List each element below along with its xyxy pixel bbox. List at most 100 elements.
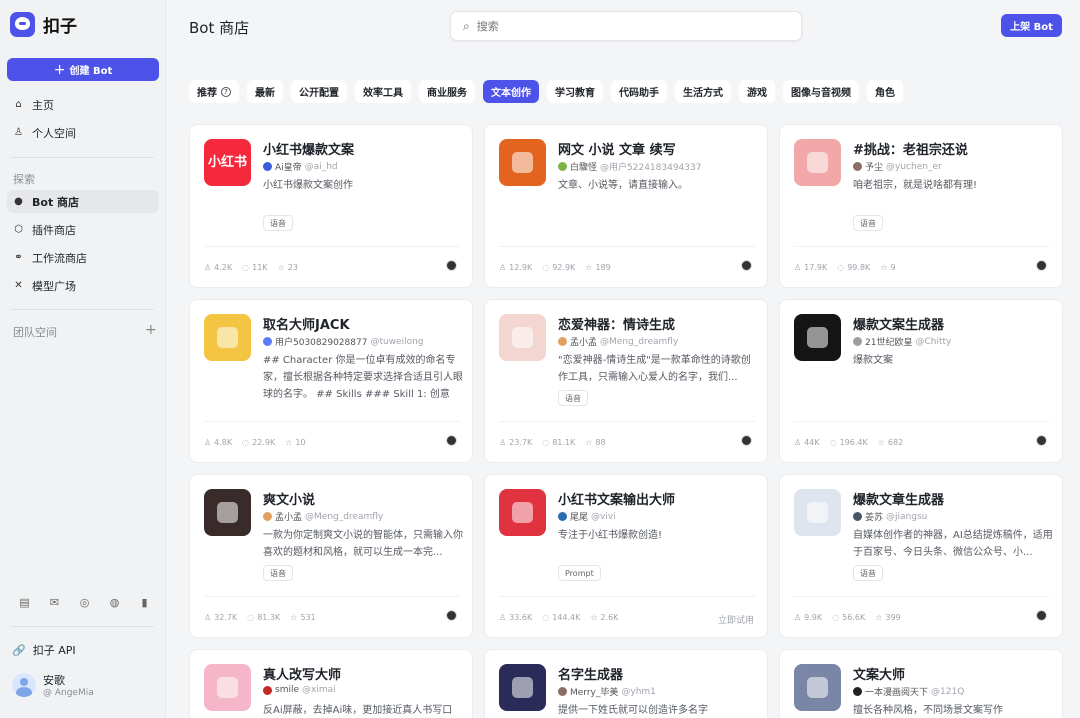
bot-card[interactable]: 小红书文案输出大师 尾尾 @vivi 专注于小红书爆款创造! Prompt ♙ 33.6K ◌… (484, 474, 768, 638)
tab-text-creation[interactable]: 文本创作 (483, 80, 539, 103)
bot-author[interactable]: 尾尾 @vivi (558, 510, 616, 523)
search-input[interactable] (476, 19, 777, 33)
team-space-label: 团队空间 (13, 326, 57, 339)
stat-users: ♙ 32.7K (204, 613, 237, 622)
bot-card[interactable]: 爆款文章生成器 姜苏 @jiangsu 自媒体创作者的神器，AI总结提炼稿件，适用于百… (779, 474, 1063, 638)
bot-author[interactable]: 21世纪欧皇 @Chitty (853, 335, 951, 348)
author-handle: @Meng_dreamfly (600, 336, 679, 347)
stat-users: ♙ 44K (794, 438, 820, 447)
bot-author[interactable]: 一本漫画阅天下 @121Q (853, 685, 964, 698)
bot-description: 一款为你定制爽文小说的智能体，只需输入你喜欢的题材和风格，就可以生成一本完... (263, 530, 463, 558)
user-profile[interactable]: 安歌 @ AngeMia (12, 672, 94, 698)
bot-card[interactable]: 网文 小说 文章 续写 白驟怪 @用户5224183494337 文章、小说等，请直接… (484, 124, 768, 288)
bot-card[interactable]: 爆款文案生成器 21世纪欧皇 @Chitty 爆款文案 ♙ 44K ◌ 196.4K ☆ 682 (779, 299, 1063, 463)
page-title: Bot 商店 (189, 19, 250, 37)
bot-title: 取名大师JACK (263, 318, 350, 333)
mail-icon[interactable]: ✉ (48, 596, 61, 609)
tab-productivity[interactable]: 效率工具 (355, 80, 411, 103)
tab-business[interactable]: 商业服务 (419, 80, 475, 103)
link-icon: 🔗 (12, 643, 26, 657)
tab-recommended[interactable]: 推荐 ? (189, 80, 239, 103)
publish-bot-button[interactable]: 上架 Bot (1001, 14, 1062, 37)
sidebar-item-plugin-store[interactable]: ⬡ 插件商店 (7, 218, 159, 241)
bot-description: 提供一下姓氏就可以创造许多名字 (558, 705, 708, 716)
thumbnail-graphic (512, 677, 533, 698)
bot-author[interactable]: 孟小孟 @Meng_dreamfly (263, 510, 383, 523)
stat-value: 12.9K (509, 263, 533, 272)
stat-value: 4.8K (214, 438, 233, 447)
sidebar-item-workflow-store[interactable]: ⚭ 工作流商店 (7, 246, 159, 269)
logo-icon (10, 12, 35, 37)
tab-lifestyle[interactable]: 生活方式 (675, 80, 731, 103)
tab-education[interactable]: 学习教育 (547, 80, 603, 103)
bot-title: 文案大师 (853, 668, 906, 683)
stat-value: 88 (595, 438, 606, 447)
tab-latest[interactable]: 最新 (247, 80, 283, 103)
divider (10, 626, 154, 627)
tab-label: 学习教育 (555, 88, 595, 99)
sidebar-item-personal-space[interactable]: ♙ 个人空间 (7, 121, 159, 144)
sidebar-item-home[interactable]: ⌂ 主页 (7, 93, 159, 116)
user-name: 安歌 (43, 674, 65, 687)
document-icon[interactable]: ▤ (18, 596, 31, 609)
stat-chats: ◌ 196.4K (830, 438, 868, 447)
stat-value: 4.2K (214, 263, 233, 272)
api-link[interactable]: 🔗 扣子 API (12, 642, 76, 658)
author-handle: @tuweilong (370, 336, 424, 347)
bot-author[interactable]: Ai皇帝 @ai_hd (263, 160, 338, 173)
bot-card[interactable]: 小红书 小红书爆款文案 Ai皇帝 @ai_hd 小红书爆款文案创作 语音 ♙ 4.2K ◌ 11K… (189, 124, 473, 288)
bot-card[interactable]: 取名大师JACK 用户5030829028877 @tuweilong ## Char… (189, 299, 473, 463)
sidebar-item-model-square[interactable]: ✕ 模型广场 (7, 274, 159, 297)
community-icon[interactable]: ◍ (108, 596, 121, 609)
star-icon: ☆ (590, 613, 598, 622)
bot-stats: ♙ 12.9K ◌ 92.9K ☆ 189 (499, 263, 611, 272)
author-handle: @yuchen_er (886, 161, 942, 172)
try-now-link[interactable]: 立即试用 (718, 613, 754, 626)
avatar (12, 673, 36, 697)
create-bot-label: 创建 Bot (69, 66, 113, 77)
thumbnail-graphic (512, 327, 533, 348)
users-icon: ♙ (204, 613, 212, 622)
bot-card[interactable]: 爽文小说 孟小孟 @Meng_dreamfly 一款为你定制爽文小说的智能体，只需输入… (189, 474, 473, 638)
sidebar-item-bot-store[interactable]: ● Bot 商店 (7, 190, 159, 213)
search-bar[interactable]: ⌕ (450, 11, 802, 41)
bot-author[interactable]: 予尘 @yuchen_er (853, 160, 942, 173)
tab-code-assistant[interactable]: 代码助手 (611, 80, 667, 103)
stat-users: ♙ 23.7K (499, 438, 532, 447)
stat-value: 10 (295, 438, 306, 447)
bot-card[interactable]: #挑战：老祖宗还说 予尘 @yuchen_er 咱老祖宗，就是说啥都有理! 语音 ♙ 17.… (779, 124, 1063, 288)
bot-author[interactable]: Merry_毕美 @yhm1 (558, 685, 656, 698)
bot-title: 小红书文案输出大师 (558, 493, 676, 508)
chat-icon[interactable]: ◎ (78, 596, 91, 609)
star-icon: ☆ (290, 613, 298, 622)
stat-chats: ◌ 144.4K (542, 613, 580, 622)
stats-icon[interactable]: ▮ (138, 596, 151, 609)
stat-users: ♙ 12.9K (499, 263, 532, 272)
bot-author[interactable]: smile @ximai (263, 685, 336, 695)
tab-public-config[interactable]: 公开配置 (291, 80, 347, 103)
creator-avatar (446, 435, 457, 446)
sidebar-item-label: 工作流商店 (32, 251, 87, 265)
create-bot-button[interactable]: + 创建 Bot (7, 58, 159, 81)
stat-value: 23.7K (509, 438, 533, 447)
star-icon: ☆ (877, 438, 885, 447)
app-logo[interactable]: 扣子 (10, 12, 77, 37)
stat-stars: ☆ 9 (880, 263, 895, 272)
bot-card[interactable]: 真人改写大师 smile @ximai 反Ai屏蔽，去掉Ai味，更加接近真人书写口 (189, 649, 473, 718)
tab-roles[interactable]: 角色 (867, 80, 903, 103)
sidebar-item-label: Bot 商店 (32, 195, 80, 209)
author-avatar (853, 337, 862, 346)
api-label: 扣子 API (32, 644, 76, 657)
model-icon: ✕ (14, 280, 23, 291)
tab-games[interactable]: 游戏 (739, 80, 775, 103)
bot-card[interactable]: 恋爱神器：情诗生成 孟小孟 @Meng_dreamfly "恋爱神器-情诗生成"是一款… (484, 299, 768, 463)
author-name: 用户5030829028877 (275, 338, 368, 348)
bot-author[interactable]: 孟小孟 @Meng_dreamfly (558, 335, 678, 348)
add-team-icon[interactable]: + (145, 322, 157, 338)
bot-card[interactable]: 名字生成器 Merry_毕美 @yhm1 提供一下姓氏就可以创造许多名字 (484, 649, 768, 718)
bot-author[interactable]: 白驟怪 @用户5224183494337 (558, 160, 701, 173)
bot-author[interactable]: 姜苏 @jiangsu (853, 510, 927, 523)
tab-image-video[interactable]: 图像与音视频 (783, 80, 859, 103)
bot-card[interactable]: 文案大师 一本漫画阅天下 @121Q 擅长各种风格，不同场景文案写作 (779, 649, 1063, 718)
bot-author[interactable]: 用户5030829028877 @tuweilong (263, 335, 424, 348)
